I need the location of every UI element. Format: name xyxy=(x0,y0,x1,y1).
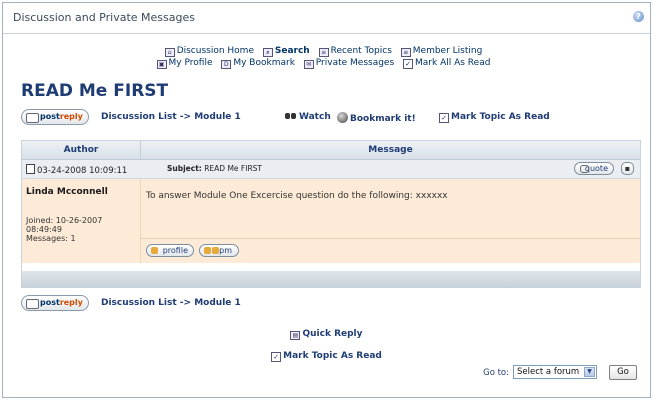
home-icon: ⌂ xyxy=(164,48,175,57)
post-date: 03-24-2008 10:09:11 xyxy=(26,164,127,176)
user-icon xyxy=(204,247,211,254)
user-icon xyxy=(151,247,158,254)
nav-row-1: ⌂ Discussion Home ⌕ Search ≡ Recent Topics … xyxy=(3,45,650,57)
author-joined-time: 08:49:49 xyxy=(26,225,62,234)
table-footer xyxy=(22,271,640,288)
binoculars-icon xyxy=(285,112,297,120)
quick-reply-icon: ▤ xyxy=(290,331,301,340)
bookmark-link[interactable]: Bookmark it! xyxy=(337,112,416,124)
member-listing-icon: ≡ xyxy=(400,48,411,57)
author-meta: Joined: 10-26-2007 08:49:49 Messages: 1 xyxy=(26,216,102,243)
nav-row-2: ▣ My Profile D My Bookmark ✉ Private Messag… xyxy=(3,57,650,69)
nav-my-bookmark[interactable]: D My Bookmark xyxy=(221,58,295,69)
topic-action-bar: postreply Discussion List -> Module 1 Wa… xyxy=(21,109,641,127)
post-body-row: Linda Mcconnell Joined: 10-26-2007 08:49… xyxy=(22,179,640,263)
search-icon: ⌕ xyxy=(262,48,273,57)
breadcrumb-bottom[interactable]: Discussion List -> Module 1 xyxy=(101,298,241,308)
bookmark-icon: D xyxy=(221,60,232,69)
quote-button[interactable]: quote xyxy=(574,162,614,175)
checkbox-icon: ✓ xyxy=(403,59,414,69)
document-icon xyxy=(26,164,35,174)
mark-topic-read-link-bottom[interactable]: ✓ Mark Topic As Read xyxy=(3,351,650,362)
checkbox-icon: ✓ xyxy=(439,113,449,123)
nav-member-listing[interactable]: ≡ Member Listing xyxy=(400,46,482,57)
profile-button[interactable]: profile xyxy=(146,244,194,257)
author-name: Linda Mcconnell xyxy=(26,187,108,197)
main-panel: Discussion and Private Messages ? ⌂ Discu… xyxy=(2,2,651,398)
post-meta-row: 03-24-2008 10:09:11 Subject: READ Me FIR… xyxy=(22,160,640,179)
pm-button[interactable]: pm xyxy=(199,244,239,257)
author-messages: Messages: 1 xyxy=(26,234,76,243)
nav-discussion-home[interactable]: ⌂ Discussion Home xyxy=(164,46,254,57)
nav-search[interactable]: ⌕ Search xyxy=(262,46,310,57)
window-title: Discussion and Private Messages xyxy=(13,11,195,24)
nav-mark-all-read[interactable]: ✓ Mark All As Read xyxy=(403,58,490,69)
post-reply-icon xyxy=(26,299,39,309)
forum-select[interactable]: Select a forum ▼ xyxy=(513,365,597,379)
profile-icon: ▣ xyxy=(156,60,167,69)
private-messages-icon: ✉ xyxy=(303,60,314,69)
watch-link[interactable]: Watch xyxy=(285,112,331,122)
nav-private-messages[interactable]: ✉ Private Messages xyxy=(303,58,394,69)
recent-topics-icon: ≡ xyxy=(318,48,329,57)
breadcrumb[interactable]: Discussion List -> Module 1 xyxy=(101,112,241,122)
author-joined: Joined: 10-26-2007 xyxy=(26,216,103,225)
post-reply-button[interactable]: postreply xyxy=(21,109,89,125)
post-subject: Subject: READ Me FIRST xyxy=(167,164,262,173)
bottom-action-bar: postreply Discussion List -> Module 1 xyxy=(21,295,641,313)
mark-topic-read-link[interactable]: ✓ Mark Topic As Read xyxy=(439,112,550,123)
user-icon xyxy=(212,247,219,254)
help-icon[interactable]: ? xyxy=(633,11,644,22)
divider xyxy=(141,238,640,239)
checkbox-icon: ✓ xyxy=(271,352,282,362)
title-bar: Discussion and Private Messages ? xyxy=(3,3,650,34)
post-reply-button-bottom[interactable]: postreply xyxy=(21,295,89,311)
goto-label: Go to: xyxy=(483,368,509,378)
column-header-author: Author xyxy=(22,141,141,159)
quick-reply-link[interactable]: ▤ Quick Reply xyxy=(3,329,650,340)
go-button[interactable]: Go xyxy=(609,365,637,380)
post-reply-icon xyxy=(26,113,39,123)
chevron-down-icon: ▼ xyxy=(584,367,595,377)
top-navigation: ⌂ Discussion Home ⌕ Search ≡ Recent Topics … xyxy=(3,45,650,69)
author-cell: Linda Mcconnell Joined: 10-26-2007 08:49… xyxy=(22,179,141,263)
globe-icon xyxy=(337,112,348,123)
spacer-row xyxy=(22,263,640,271)
trash-icon: ▪ xyxy=(624,164,631,173)
column-header-message: Message xyxy=(368,145,413,155)
delete-button[interactable]: ▪ xyxy=(621,162,634,175)
nav-recent-topics[interactable]: ≡ Recent Topics xyxy=(318,46,392,57)
nav-my-profile[interactable]: ▣ My Profile xyxy=(156,58,212,69)
posts-table: Author Message 03-24-2008 10:09:11 Subje… xyxy=(21,140,641,288)
post-message-text: To answer Module One Excercise question … xyxy=(146,191,448,201)
page-title: READ Me FIRST xyxy=(21,81,169,101)
table-header: Author Message xyxy=(22,141,640,160)
